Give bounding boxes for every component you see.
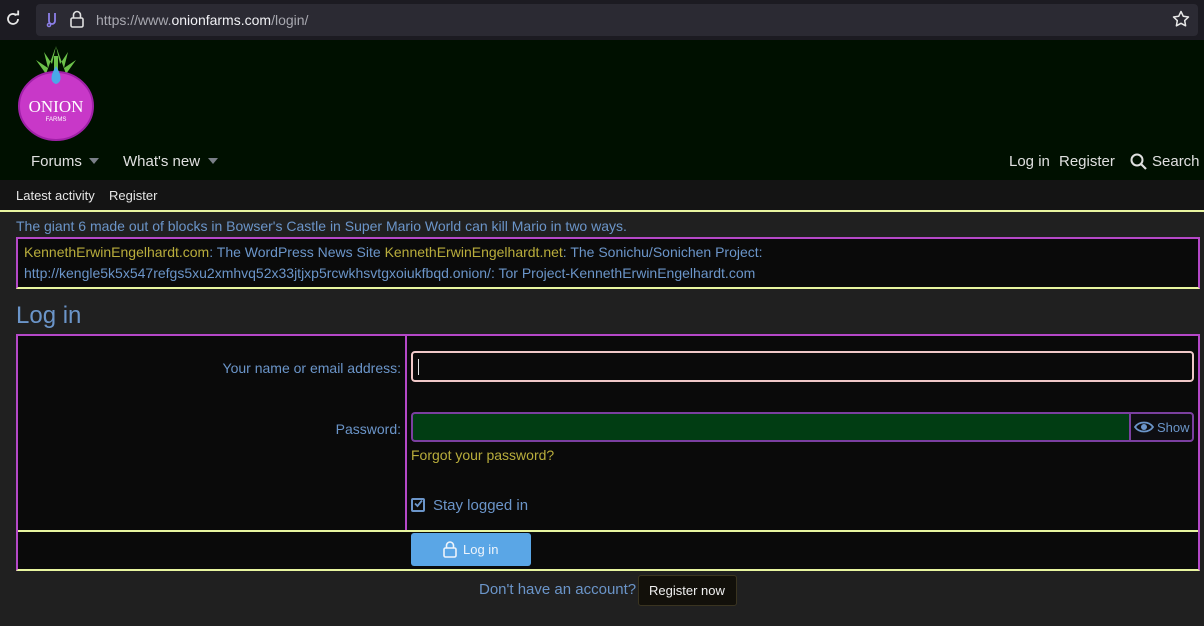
link-kee-net[interactable]: KennethErwinEngelhardt.net — [385, 244, 563, 260]
url-domain: onionfarms.com — [171, 12, 272, 28]
show-label: Show — [1157, 420, 1190, 435]
text-cursor — [418, 359, 419, 375]
subnav-latest-activity[interactable]: Latest activity — [16, 188, 95, 203]
bookmark-star-icon[interactable] — [1172, 10, 1190, 28]
link-kee-com-desc: : The WordPress News Site — [209, 244, 385, 260]
login-button[interactable]: Log in — [411, 533, 531, 566]
nav-forums[interactable]: Forums — [31, 153, 82, 170]
url-prefix: https://www. — [96, 12, 172, 28]
forgot-password-link[interactable]: Forgot your password? — [411, 447, 554, 463]
username-input[interactable] — [411, 351, 1194, 382]
nav-search[interactable]: Search — [1152, 153, 1200, 170]
link-kee-com[interactable]: KennethErwinEngelhardt.com — [24, 244, 209, 260]
links-box: KennethErwinEngelhardt.com: The WordPres… — [16, 237, 1200, 289]
browser-toolbar: https://www.onionfarms.com/login/ — [0, 0, 1204, 40]
tracking-protection-icon[interactable] — [44, 11, 60, 29]
nav-login[interactable]: Log in — [1009, 153, 1050, 170]
onion-farms-logo[interactable]: ONION FARMS — [16, 42, 96, 142]
show-password-button[interactable]: Show — [1129, 412, 1194, 442]
lock-icon[interactable] — [70, 10, 84, 28]
url-text[interactable]: https://www.onionfarms.com/login/ — [96, 12, 308, 28]
url-path: /login/ — [271, 12, 309, 28]
reload-icon[interactable] — [4, 10, 22, 28]
lock-icon — [443, 541, 457, 558]
chevron-down-icon[interactable] — [89, 158, 99, 164]
page-title: Log in — [16, 302, 82, 329]
form-labels-column: Your name or email address: Password: — [18, 336, 407, 531]
eye-icon — [1134, 421, 1154, 433]
login-button-label: Log in — [463, 542, 499, 557]
header-divider — [0, 210, 1204, 212]
password-label: Password: — [335, 421, 401, 437]
password-input[interactable] — [411, 412, 1130, 442]
nav-whats-new[interactable]: What's new — [123, 153, 200, 170]
register-now-button[interactable]: Register now — [638, 575, 737, 606]
form-divider — [18, 530, 1198, 532]
subnav-register[interactable]: Register — [109, 188, 157, 203]
username-label: Your name or email address: — [222, 360, 401, 376]
link-kee-net-desc: : The Sonichu/Sonichen Project: — [562, 244, 763, 260]
links-line-2[interactable]: http://kengle5k5x547refgs5xu2xmhvq52x33j… — [24, 265, 755, 281]
nav-register[interactable]: Register — [1059, 153, 1115, 170]
logo-text-sub: FARMS — [46, 117, 67, 123]
stay-logged-in-label[interactable]: Stay logged in — [433, 497, 528, 514]
logo-text-main: ONION — [29, 97, 84, 116]
notice-text: The giant 6 made out of blocks in Bowser… — [16, 218, 627, 234]
site-header — [0, 40, 1204, 142]
links-line-1: KennethErwinEngelhardt.com: The WordPres… — [24, 244, 763, 260]
stay-logged-in-checkbox[interactable] — [411, 498, 425, 512]
register-now-label: Register now — [649, 583, 725, 598]
search-icon[interactable] — [1130, 153, 1147, 170]
checkmark-icon — [414, 499, 423, 508]
sub-navigation — [0, 180, 1204, 210]
no-account-text: Don't have an account? — [479, 581, 637, 598]
chevron-down-icon[interactable] — [208, 158, 218, 164]
